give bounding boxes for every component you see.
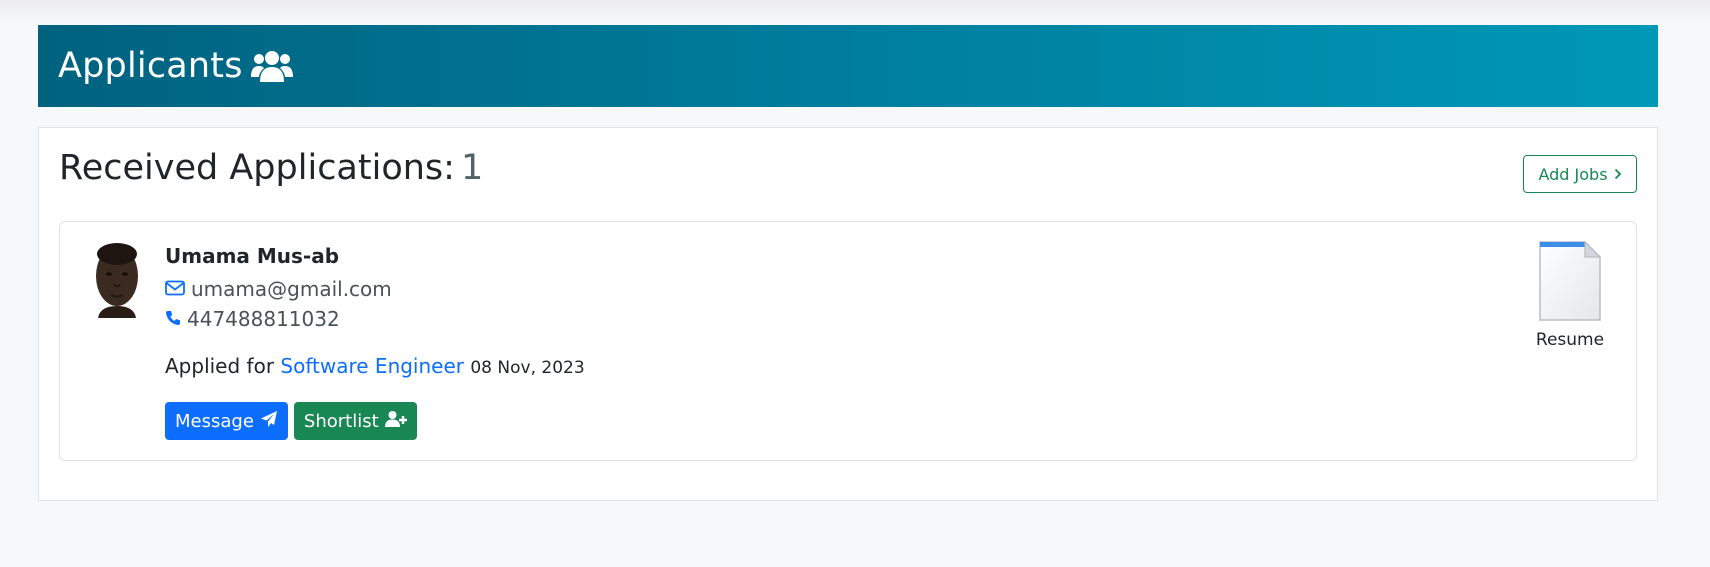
phone-icon [165,307,181,331]
applied-prefix: Applied for [165,354,275,378]
shortlist-label: Shortlist [303,410,379,432]
document-icon [1537,240,1603,326]
applicant-phone[interactable]: 447488811032 [187,307,340,331]
top-shade [0,0,1710,24]
chevron-right-icon [1614,165,1622,184]
add-jobs-button[interactable]: Add Jobs [1523,155,1637,193]
message-button[interactable]: Message [165,402,288,440]
user-plus-icon [384,410,407,433]
applicant-email-row: umama@gmail.com [165,274,392,304]
applications-panel: Received Applications: 1 Add Jobs Umama M… [38,127,1658,501]
applicant-email[interactable]: umama@gmail.com [191,277,392,301]
applicant-phone-row: 447488811032 [165,304,392,334]
heading-label: Received Applications: [59,148,455,188]
add-jobs-label: Add Jobs [1538,164,1608,184]
application-count: 1 [460,148,484,188]
page-banner: Applicants [38,25,1658,107]
avatar[interactable] [92,240,142,318]
resume-label: Resume [1535,330,1605,350]
page-title: Applicants [58,46,243,86]
message-label: Message [175,410,254,432]
action-buttons: Message Shortlist [165,402,417,440]
paper-plane-icon [260,410,278,433]
shortlist-button[interactable]: Shortlist [293,402,417,440]
applicant-name: Umama Mus-ab [165,244,340,268]
users-icon [250,48,293,84]
resume-link[interactable]: Resume [1530,240,1610,350]
envelope-icon [165,277,185,301]
applied-for-line: Applied for Software Engineer 08 Nov, 20… [165,354,585,378]
applicant-card: Umama Mus-ab umama@gmail.com 44748881103… [59,221,1637,461]
applicant-info: Umama Mus-ab umama@gmail.com 44748881103… [165,244,392,334]
received-applications-heading: Received Applications: 1 [59,148,483,188]
job-title-link[interactable]: Software Engineer [280,354,464,378]
applied-date: 08 Nov, 2023 [470,358,585,378]
